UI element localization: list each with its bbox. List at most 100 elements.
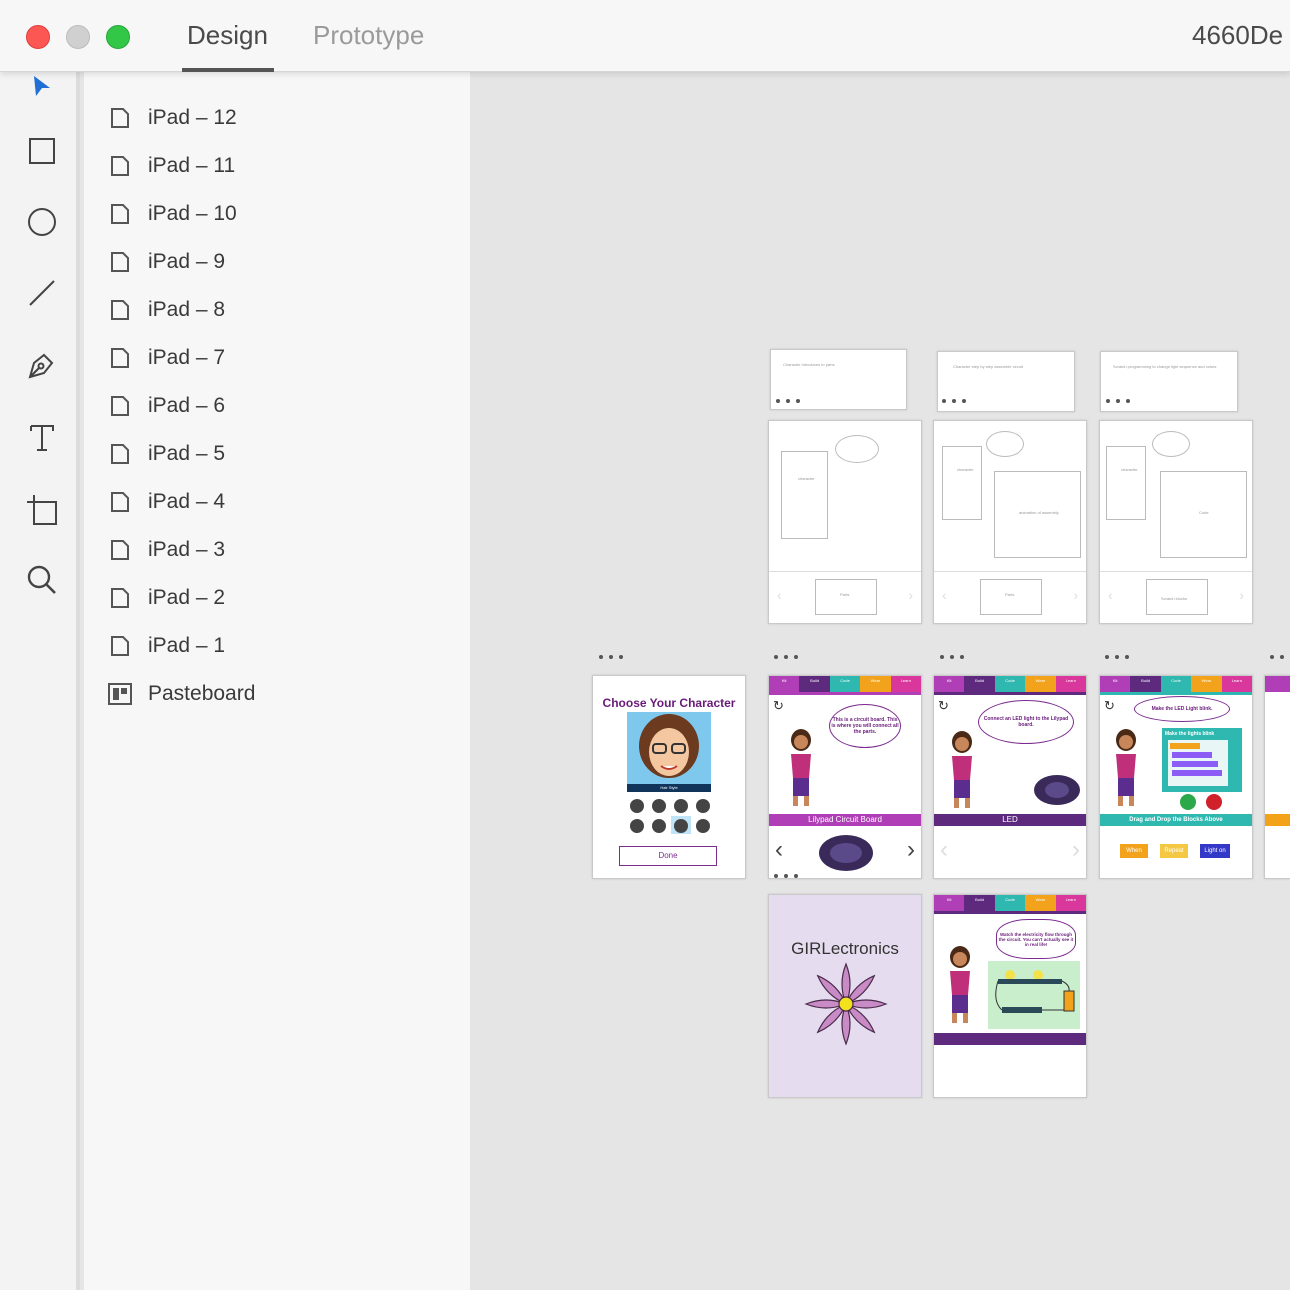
nav-tab-wear[interactable]: Wear <box>1025 895 1056 911</box>
artboard-page-icon <box>108 298 132 322</box>
wf-label: character <box>1121 467 1138 472</box>
note-text-3: Scratch programming to change light sequ… <box>1113 364 1217 369</box>
next-arrow-icon: › <box>1073 587 1078 603</box>
more-dots-icon[interactable] <box>942 399 966 405</box>
more-dots-icon[interactable] <box>1106 399 1130 405</box>
next-arrow-icon[interactable]: › <box>907 836 915 864</box>
layer-item[interactable]: iPad – 11 <box>108 150 235 182</box>
layer-label: iPad – 6 <box>148 394 226 417</box>
layer-label: iPad – 8 <box>148 298 226 321</box>
zoom-icon[interactable] <box>22 560 62 600</box>
text-icon[interactable] <box>22 418 62 458</box>
tab-design[interactable]: Design <box>187 20 268 51</box>
close-window-button[interactable] <box>26 25 50 49</box>
layer-item[interactable]: iPad – 5 <box>108 438 225 470</box>
electricity-flow-artboard[interactable]: Kit Build Code Wear Learn Watch the elec… <box>933 894 1087 1098</box>
line-icon[interactable] <box>22 273 62 313</box>
nav-tab-code[interactable]: Code <box>1160 676 1192 692</box>
section-bar: LED <box>934 814 1086 826</box>
led-artboard[interactable]: Kit Build Code Wear Learn ↻ Connect an L… <box>933 675 1087 879</box>
when-block[interactable]: When <box>1120 844 1148 858</box>
nav-tab-build[interactable]: Build <box>1130 676 1161 692</box>
more-dots-icon[interactable] <box>776 399 800 405</box>
layer-item[interactable]: iPad – 12 <box>108 102 237 134</box>
nav-tab-learn[interactable]: Learn <box>1055 676 1086 692</box>
wf-label: Parts <box>1005 592 1015 597</box>
layer-item[interactable]: iPad – 4 <box>108 486 225 518</box>
nav-tab-wear[interactable]: Wear <box>1191 676 1222 692</box>
layer-item[interactable]: iPad – 2 <box>108 582 225 614</box>
nav-tab-kit[interactable]: Kit <box>934 676 965 692</box>
nav-tab-build[interactable]: Build <box>964 676 995 692</box>
nav-tab-build[interactable]: Build <box>799 676 830 692</box>
circuit-diagram <box>988 961 1080 1029</box>
wf-parts-box: Parts <box>980 579 1042 615</box>
layer-item[interactable]: iPad – 8 <box>108 294 225 326</box>
layer-label: iPad – 12 <box>148 106 237 129</box>
nav-tab-code[interactable]: Code <box>829 676 861 692</box>
code-panel[interactable]: Make the lights blink <box>1162 728 1242 792</box>
more-dots-icon[interactable] <box>599 655 623 661</box>
done-button[interactable]: Done <box>619 846 717 866</box>
nav-tab-wear[interactable]: Wear <box>860 676 891 692</box>
nav-tab-code[interactable]: Code <box>994 895 1026 911</box>
more-dots-icon[interactable] <box>774 655 798 661</box>
next-arrow-icon[interactable]: › <box>1072 836 1080 864</box>
prev-arrow-icon: ‹ <box>777 587 782 603</box>
refresh-icon[interactable]: ↻ <box>1104 698 1115 714</box>
prev-arrow-icon[interactable]: ‹ <box>775 836 783 864</box>
hair-style-options[interactable] <box>627 796 711 836</box>
select-icon[interactable] <box>22 66 62 106</box>
artboard-page-icon <box>108 106 132 130</box>
layer-label: iPad – 7 <box>148 346 226 369</box>
minimize-window-button[interactable] <box>66 25 90 49</box>
choose-character-artboard[interactable]: Choose Your Character Hair Style Done <box>592 675 746 879</box>
nav-tab-learn[interactable]: Learn <box>890 676 921 692</box>
more-dots-icon[interactable] <box>1270 655 1290 661</box>
wireframe-artboard-3[interactable]: character Code Scratch blocks ‹ › <box>1099 420 1253 624</box>
layer-item[interactable]: Pasteboard <box>108 678 255 710</box>
more-dots-icon[interactable] <box>774 874 798 880</box>
refresh-icon[interactable]: ↻ <box>938 698 949 714</box>
zoom-window-button[interactable] <box>106 25 130 49</box>
nav-tab-kit[interactable]: Kit <box>934 895 965 911</box>
partial-artboard[interactable] <box>1264 675 1290 879</box>
layer-item[interactable]: iPad – 10 <box>108 198 237 230</box>
layer-item[interactable]: iPad – 3 <box>108 534 225 566</box>
nav-tab-build[interactable]: Build <box>964 895 995 911</box>
pen-icon[interactable] <box>22 345 62 385</box>
play-button[interactable] <box>1180 794 1196 810</box>
repeat-block[interactable]: Repeat <box>1160 844 1188 858</box>
wireframe-artboard-1[interactable]: character Parts ‹ › <box>768 420 922 624</box>
light-on-block[interactable]: Light on <box>1200 844 1230 858</box>
artboard-page-icon <box>108 586 132 610</box>
nav-tab-kit[interactable]: Kit <box>769 676 800 692</box>
rectangle-icon[interactable] <box>22 131 62 171</box>
layer-item[interactable]: iPad – 6 <box>108 390 225 422</box>
nav-tab-learn[interactable]: Learn <box>1221 676 1252 692</box>
code-artboard[interactable]: Kit Build Code Wear Learn ↻ Make the LED… <box>1099 675 1253 879</box>
wireframe-artboard-2[interactable]: character animation of assembly Parts ‹ … <box>933 420 1087 624</box>
pause-button[interactable] <box>1206 794 1222 810</box>
artboard-page-icon <box>108 346 132 370</box>
ellipse-icon[interactable] <box>22 202 62 242</box>
layer-label: iPad – 11 <box>148 154 236 177</box>
splash-artboard[interactable]: GIRLectronics <box>768 894 922 1098</box>
nav-tab-kit[interactable]: Kit <box>1100 676 1131 692</box>
layer-item[interactable]: iPad – 1 <box>108 630 225 662</box>
refresh-icon[interactable]: ↻ <box>773 698 784 714</box>
design-canvas[interactable]: Character introduces to parts Character … <box>470 72 1290 1290</box>
wf-blocks-box: Scratch blocks <box>1146 579 1208 615</box>
artboard-icon[interactable] <box>22 490 62 530</box>
prev-arrow-icon[interactable]: ‹ <box>940 836 948 864</box>
wf-speech-bubble <box>1152 431 1190 457</box>
tab-prototype[interactable]: Prototype <box>313 20 424 51</box>
more-dots-icon[interactable] <box>1105 655 1129 661</box>
more-dots-icon[interactable] <box>940 655 964 661</box>
layer-item[interactable]: iPad – 9 <box>108 246 225 278</box>
nav-tab-code[interactable]: Code <box>994 676 1026 692</box>
nav-tab-wear[interactable]: Wear <box>1025 676 1056 692</box>
circuit-board-artboard[interactable]: Kit Build Code Wear Learn ↻ This is a ci… <box>768 675 922 879</box>
layer-item[interactable]: iPad – 7 <box>108 342 225 374</box>
nav-tab-learn[interactable]: Learn <box>1055 895 1086 911</box>
